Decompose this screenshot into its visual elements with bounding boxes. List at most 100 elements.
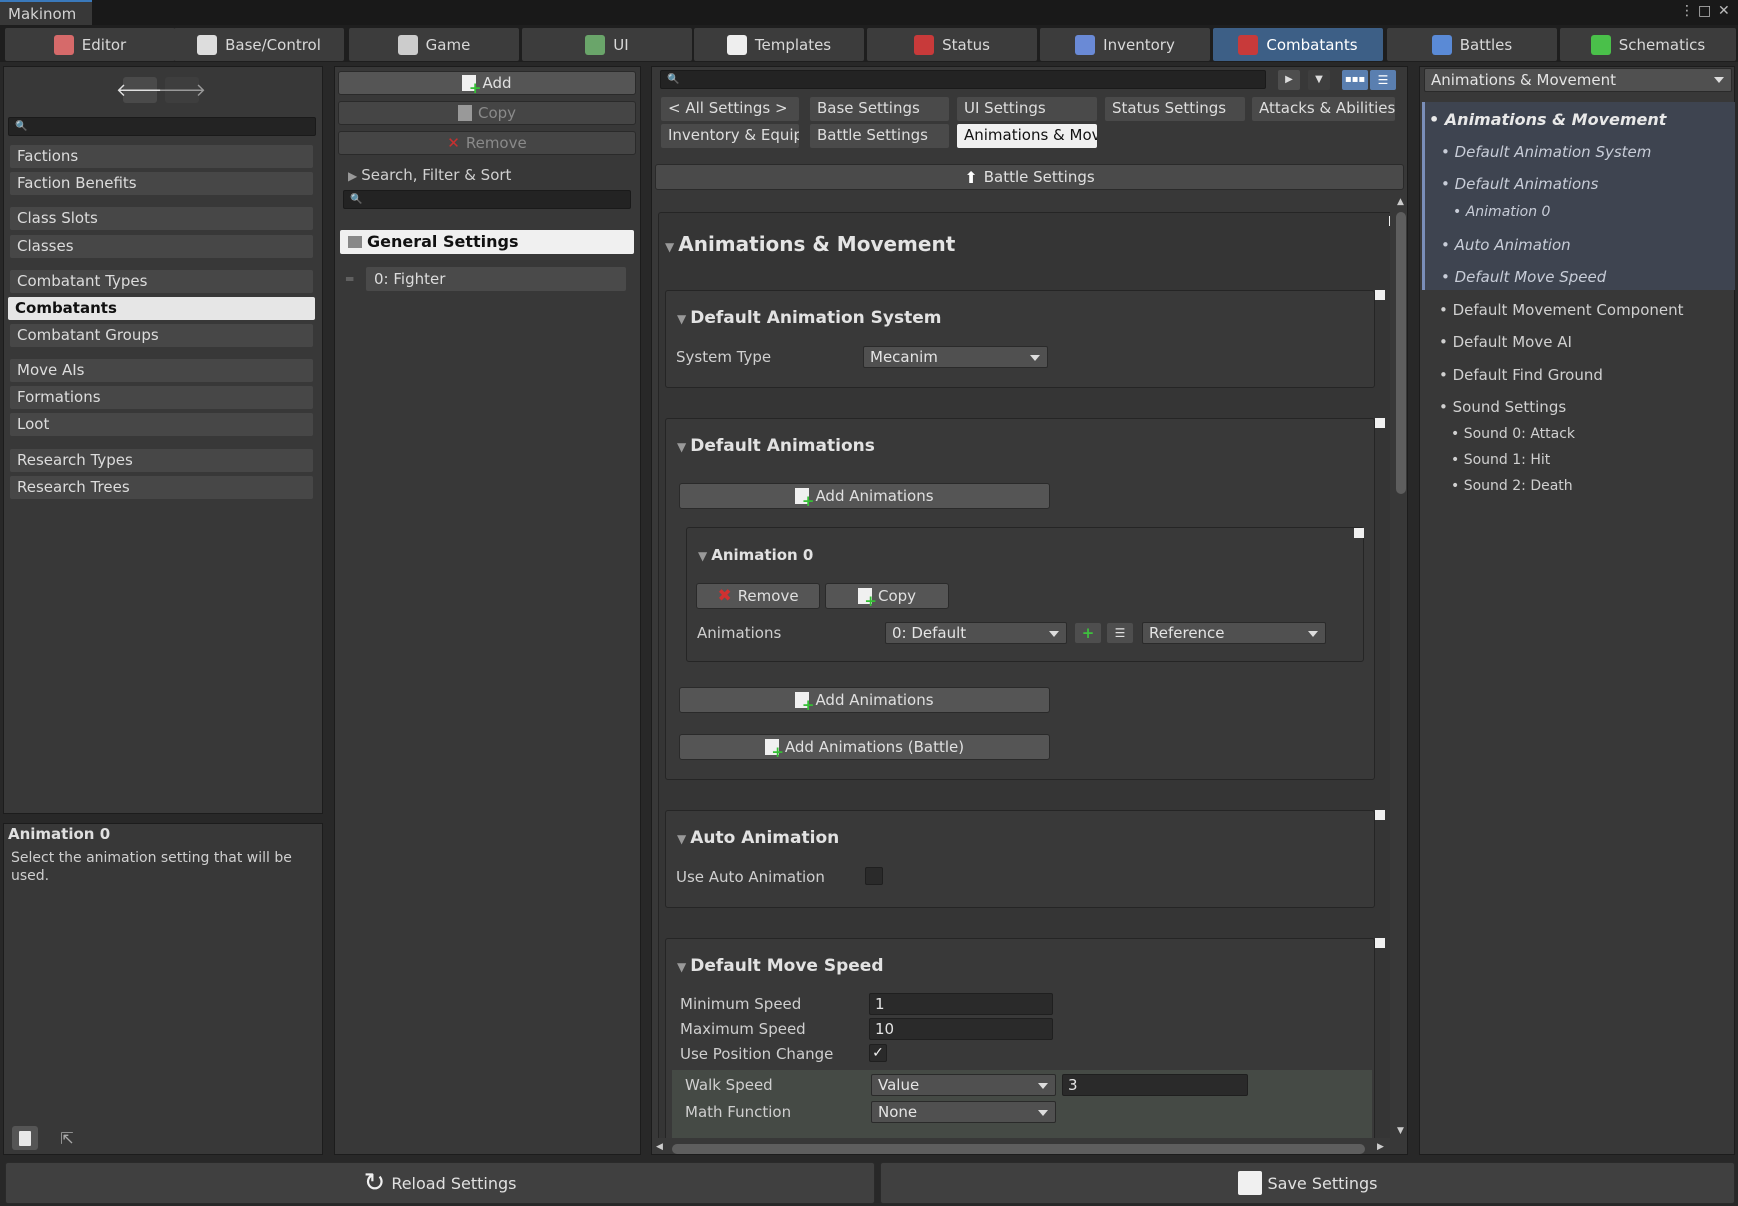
outline-item[interactable]: • Default Animation System [1441, 143, 1651, 161]
sidebar-item-loot[interactable]: Loot [10, 413, 313, 436]
scroll-down-icon[interactable]: ▼ [1397, 1126, 1404, 1136]
settings-tab[interactable]: Inventory & Equipr [661, 124, 799, 148]
copy-button[interactable]: Copy [338, 101, 636, 125]
sidebar-item-formations[interactable]: Formations [10, 386, 313, 409]
box-handle-icon[interactable] [1375, 938, 1385, 948]
outline-item[interactable]: • Default Animations [1441, 175, 1599, 193]
use-auto-animation-checkbox[interactable] [865, 867, 883, 885]
more-menu-icon[interactable]: ⋮ [1680, 3, 1694, 19]
settings-tab[interactable]: Animations & Mov [957, 124, 1097, 148]
box-handle-icon[interactable] [1375, 810, 1385, 820]
settings-tab[interactable]: UI Settings [957, 97, 1097, 121]
dropdown-arrow-icon[interactable]: ▼ [1308, 70, 1330, 90]
outline-item[interactable]: • Sound Settings [1439, 398, 1566, 416]
reference-dropdown[interactable]: Reference [1142, 622, 1326, 644]
sidebar-item-research-trees[interactable]: Research Trees [10, 476, 313, 499]
compact-view-icon[interactable]: ▪▪▪ [1342, 70, 1368, 90]
list-view-icon[interactable]: ☰ [1370, 70, 1396, 90]
vertical-scrollbar-thumb[interactable] [1396, 212, 1406, 494]
back-arrow-icon[interactable]: 🡐 [116, 77, 164, 103]
tab-game[interactable]: Game [349, 28, 519, 61]
sidebar-item-combatant-types[interactable]: Combatant Types [10, 270, 313, 293]
sidebar-item-faction-benefits[interactable]: Faction Benefits [10, 172, 313, 195]
use-position-change-checkbox[interactable]: ✓ [869, 1044, 887, 1062]
walk-speed-type-dropdown[interactable]: Value [871, 1074, 1056, 1096]
outline-item[interactable]: • Default Move AI [1439, 333, 1572, 351]
default-animations-title[interactable]: ▼ Default Animations [677, 436, 875, 456]
list-icon[interactable]: ☰ [1107, 623, 1133, 643]
maximize-icon[interactable]: □ [1698, 3, 1711, 19]
add-animations-button-2[interactable]: Add Animations [679, 687, 1050, 714]
maximum-speed-input[interactable]: 10 [869, 1018, 1053, 1040]
settings-tab[interactable]: Attacks & Abilities [1252, 97, 1395, 121]
default-animation-system-title[interactable]: ▼ Default Animation System [677, 308, 941, 328]
battle-settings-button[interactable]: ⬆ Battle Settings [655, 164, 1404, 190]
add-animations-battle-button[interactable]: Add Animations (Battle) [679, 734, 1050, 761]
outline-item[interactable]: • Animations & Movement [1429, 110, 1666, 129]
default-move-speed-title[interactable]: ▼ Default Move Speed [677, 956, 884, 976]
popout-icon[interactable]: ⇱ [54, 1126, 80, 1150]
tab-inventory[interactable]: Inventory [1040, 28, 1210, 61]
reload-settings-button[interactable]: ↻ Reload Settings [5, 1162, 875, 1204]
window-title[interactable]: Makinom [0, 0, 92, 25]
forward-arrow-icon[interactable]: 🡒 [158, 77, 206, 103]
tab-editor[interactable]: Editor [5, 28, 175, 61]
animation-remove-button[interactable]: ✖ Remove [696, 583, 820, 609]
system-type-dropdown[interactable]: Mecanim [863, 346, 1048, 368]
outline-item[interactable]: • Animation 0 [1453, 204, 1550, 220]
sidebar-item-research-types[interactable]: Research Types [10, 449, 313, 472]
tab-combatants[interactable]: Combatants [1213, 28, 1383, 61]
outline-item[interactable]: • Default Find Ground [1439, 366, 1603, 384]
horizontal-scrollbar-thumb[interactable] [672, 1144, 1365, 1154]
box-handle-icon[interactable] [1354, 528, 1364, 538]
tab-ui[interactable]: UI [522, 28, 692, 61]
tab-battles[interactable]: Battles [1387, 28, 1557, 61]
drag-handle-icon[interactable]: ═ [346, 272, 353, 286]
animations-dropdown[interactable]: 0: Default [885, 622, 1067, 644]
add-animation-icon[interactable]: + [1075, 623, 1101, 643]
box-handle-icon[interactable] [1375, 290, 1385, 300]
search-filter-toggle[interactable]: ▶ Search, Filter & Sort [348, 166, 511, 184]
sidebar-item-combatant-groups[interactable]: Combatant Groups [10, 324, 313, 347]
settings-tab[interactable]: Battle Settings [810, 124, 949, 148]
general-settings-item[interactable]: General Settings [340, 230, 634, 254]
list-search-input[interactable]: 🔍 [343, 190, 631, 209]
tab-schematics[interactable]: Schematics [1560, 28, 1736, 61]
outline-item[interactable]: • Default Movement Component [1439, 301, 1684, 319]
scroll-up-icon[interactable]: ▲ [1397, 197, 1404, 207]
box-handle-icon[interactable] [1375, 418, 1385, 428]
outline-dropdown[interactable]: Animations & Movement [1424, 68, 1732, 92]
collapse-triangle-icon[interactable]: ▼ [665, 240, 674, 254]
tab-base-control[interactable]: Base/Control [174, 28, 344, 61]
sidebar-item-move-ais[interactable]: Move AIs [10, 359, 313, 382]
sidebar-item-classes[interactable]: Classes [10, 235, 313, 258]
settings-tab[interactable]: < All Settings > [661, 97, 799, 121]
tab-status[interactable]: Status [867, 28, 1037, 61]
clipboard-icon[interactable] [12, 1126, 38, 1150]
play-icon[interactable]: ▶ [1278, 70, 1300, 90]
sidebar-search-input[interactable]: 🔍 [8, 117, 316, 136]
animation-copy-button[interactable]: Copy [825, 583, 949, 610]
close-icon[interactable]: ✕ [1718, 3, 1730, 19]
minimum-speed-input[interactable]: 1 [869, 993, 1053, 1015]
save-settings-button[interactable]: Save Settings [880, 1162, 1735, 1204]
list-item[interactable]: 0: Fighter [366, 267, 626, 291]
scroll-left-icon[interactable]: ◀ [656, 1142, 663, 1152]
settings-tab[interactable]: Base Settings [810, 97, 949, 121]
sidebar-item-factions[interactable]: Factions [10, 145, 313, 168]
scroll-right-icon[interactable]: ▶ [1377, 1142, 1384, 1152]
walk-speed-input[interactable]: 3 [1062, 1074, 1248, 1096]
animation-0-title[interactable]: ▼ Animation 0 [698, 546, 813, 564]
add-animations-button[interactable]: Add Animations [679, 483, 1050, 510]
outline-item[interactable]: • Auto Animation [1441, 236, 1571, 254]
auto-animation-title[interactable]: ▼ Auto Animation [677, 828, 839, 848]
outline-item[interactable]: • Sound 1: Hit [1451, 452, 1550, 468]
add-button[interactable]: Add [338, 71, 636, 97]
outline-item[interactable]: • Default Move Speed [1441, 268, 1606, 286]
sidebar-item-combatants[interactable]: Combatants [8, 297, 315, 320]
remove-button[interactable]: ✕ Remove [338, 131, 636, 155]
sidebar-item-class-slots[interactable]: Class Slots [10, 207, 313, 230]
math-function-dropdown[interactable]: None [871, 1101, 1056, 1123]
outline-item[interactable]: • Sound 2: Death [1451, 478, 1573, 494]
resize-handle-icon[interactable] [1389, 216, 1390, 226]
